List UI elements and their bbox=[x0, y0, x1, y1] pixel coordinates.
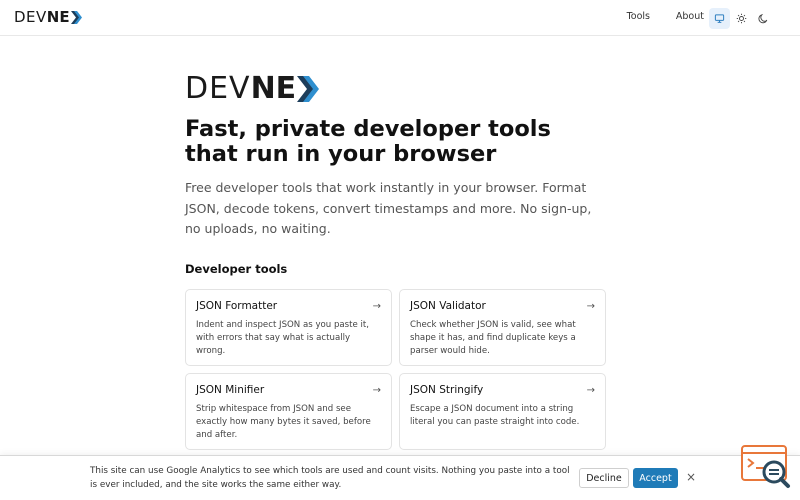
close-icon[interactable]: × bbox=[686, 470, 696, 484]
theme-switcher bbox=[709, 7, 776, 29]
search-console-icon bbox=[741, 445, 790, 488]
theme-dark-button[interactable] bbox=[753, 8, 774, 29]
tool-card-description: Escape a JSON document into a string lit… bbox=[410, 404, 580, 427]
arrow-right-icon: → bbox=[372, 300, 381, 312]
hero-logo: DEV NE bbox=[185, 74, 323, 104]
arrow-right-icon: → bbox=[586, 300, 595, 312]
moon-icon bbox=[758, 13, 768, 23]
sun-icon bbox=[736, 13, 747, 23]
tool-card-json-stringify[interactable]: JSON Stringify → Escape a JSON document … bbox=[399, 373, 606, 450]
tool-card-title: JSON Validator bbox=[410, 300, 486, 312]
tool-card-title: JSON Minifier bbox=[196, 384, 265, 396]
tool-card-description: Strip whitespace from JSON and see exact… bbox=[196, 404, 371, 440]
accept-button[interactable]: Accept bbox=[633, 468, 678, 488]
floating-helper-widget[interactable] bbox=[738, 444, 794, 492]
theme-system-button[interactable] bbox=[709, 7, 730, 29]
tool-card-json-validator[interactable]: JSON Validator → Check whether JSON is v… bbox=[399, 289, 606, 366]
section-title: Developer tools bbox=[185, 262, 288, 276]
nav-link-tools[interactable]: Tools bbox=[627, 11, 650, 22]
top-bar: DEV NE Tools About bbox=[0, 0, 800, 36]
cookie-consent-banner: This site can use Google Analytics to se… bbox=[0, 455, 800, 500]
arrow-right-icon: → bbox=[586, 384, 595, 396]
page-title: Fast, private developer tools that run i… bbox=[185, 116, 551, 167]
tool-card-title: JSON Stringify bbox=[410, 384, 484, 396]
nav-link-about[interactable]: About bbox=[676, 11, 704, 22]
logo-text-light: DEV bbox=[14, 8, 47, 26]
tool-card-description: Indent and inspect JSON as you paste it,… bbox=[196, 320, 370, 356]
hero-logo-text-light: DEV bbox=[185, 71, 251, 106]
logo-text-bold: NE bbox=[46, 8, 70, 26]
tool-card-json-minifier[interactable]: JSON Minifier → Strip whitespace from JS… bbox=[185, 373, 392, 450]
tool-card-description: Check whether JSON is valid, see what sh… bbox=[410, 320, 576, 356]
tool-card-title: JSON Formatter bbox=[196, 300, 278, 312]
logo-chevron-icon bbox=[70, 10, 82, 24]
arrow-right-icon: → bbox=[372, 384, 381, 396]
monitor-icon bbox=[714, 13, 725, 23]
decline-button[interactable]: Decline bbox=[579, 468, 629, 488]
hero-logo-chevron-icon bbox=[297, 76, 320, 102]
tool-card-json-formatter[interactable]: JSON Formatter → Indent and inspect JSON… bbox=[185, 289, 392, 366]
theme-light-button[interactable] bbox=[731, 8, 752, 29]
hero-logo-text-bold: NE bbox=[250, 71, 297, 106]
consent-text: This site can use Google Analytics to se… bbox=[90, 466, 570, 490]
page-subtitle: Free developer tools that work instantly… bbox=[185, 180, 592, 236]
header-logo[interactable]: DEV NE bbox=[14, 8, 84, 26]
